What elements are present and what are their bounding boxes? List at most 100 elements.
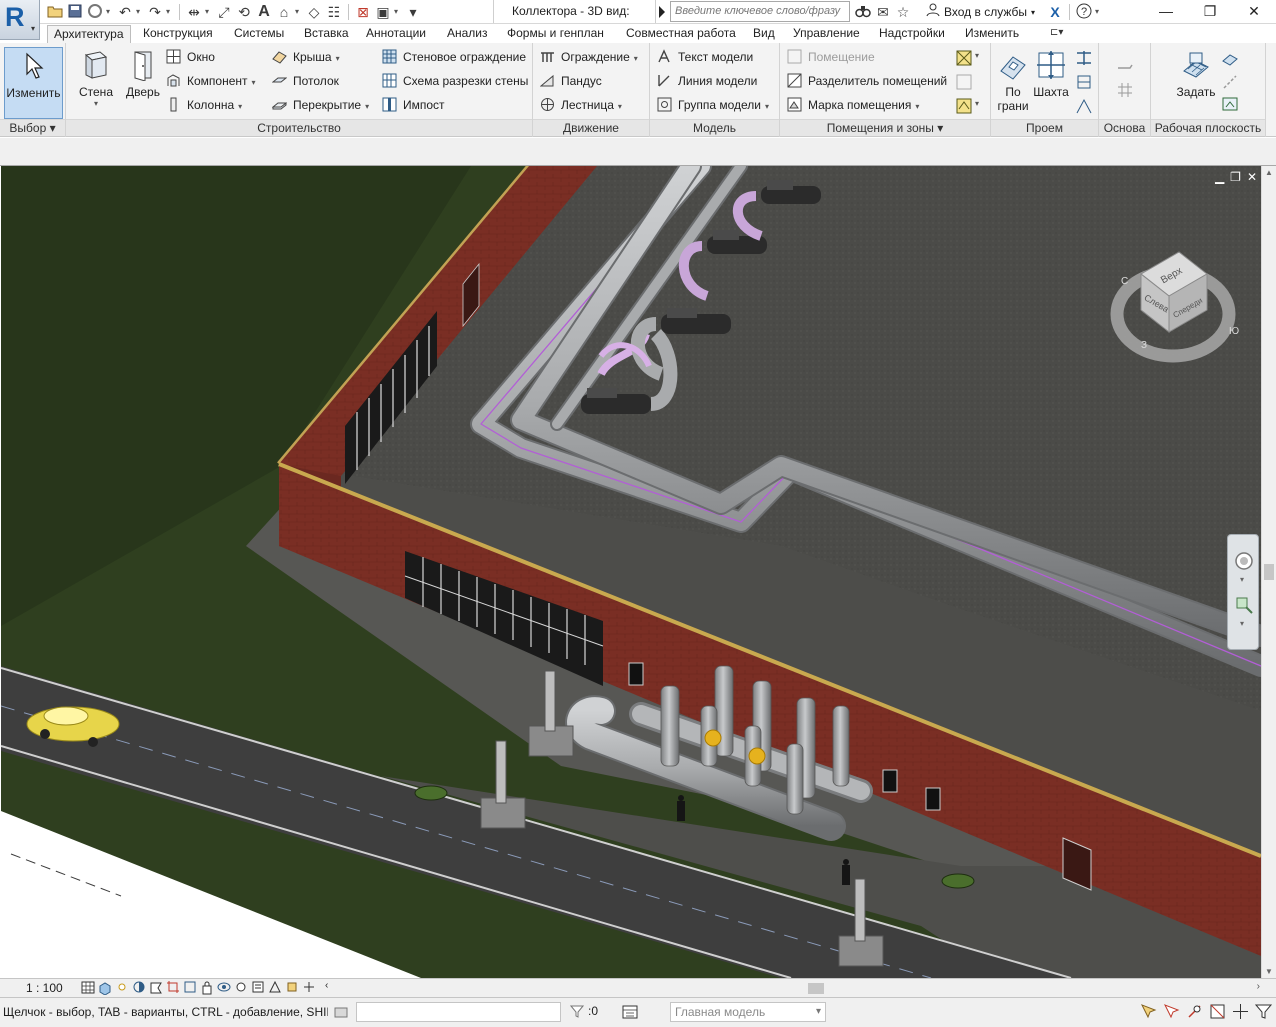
roof-button[interactable]: Крыша ▾ bbox=[272, 47, 340, 67]
view-scale[interactable]: 1 : 100 bbox=[26, 981, 63, 995]
select-by-face-icon[interactable] bbox=[1209, 1003, 1226, 1020]
3d-scene[interactable]: Верх Слева Спереди З Ю С bbox=[1, 166, 1261, 978]
section-icon[interactable]: ◇ bbox=[305, 3, 323, 21]
wall-opening-icon[interactable] bbox=[1075, 49, 1093, 67]
binoculars-icon[interactable] bbox=[854, 3, 872, 21]
dormer-opening-icon[interactable] bbox=[1075, 97, 1093, 115]
shadows-icon[interactable] bbox=[132, 980, 146, 995]
area-boundary-icon[interactable] bbox=[955, 73, 973, 91]
vertical-opening-icon[interactable] bbox=[1075, 73, 1093, 91]
workset-icon[interactable] bbox=[333, 1004, 349, 1020]
minimize-ribbon-icon[interactable]: ⊏▾ bbox=[1050, 27, 1063, 38]
aligned-dimension-icon[interactable]: ⟲ bbox=[235, 3, 253, 21]
text-icon[interactable]: A bbox=[255, 3, 273, 21]
chevron-down-icon[interactable]: ▾ bbox=[1095, 7, 1103, 16]
panel-title-rooms[interactable]: Помещения и зоны ▾ bbox=[780, 119, 990, 136]
room-button[interactable]: Помещение bbox=[787, 47, 875, 67]
by-face-button[interactable]: По грани bbox=[994, 47, 1032, 119]
room-separator-button[interactable]: Разделитель помещений bbox=[787, 71, 947, 91]
vertical-scrollbar[interactable]: ▲ ▼ bbox=[1261, 166, 1276, 978]
area-tag-icon[interactable] bbox=[955, 97, 973, 115]
curtain-grid-button[interactable]: Схема разрезки стены bbox=[382, 71, 528, 91]
customize-toolbar-icon[interactable]: ▾ bbox=[404, 3, 422, 21]
shaft-button[interactable]: Шахта bbox=[1031, 47, 1071, 119]
tab-addins[interactable]: Надстройки bbox=[877, 25, 947, 43]
model-line-button[interactable]: Линия модели bbox=[657, 71, 757, 91]
detail-level-icon[interactable] bbox=[81, 980, 95, 995]
show-workplane-icon[interactable] bbox=[1221, 49, 1239, 67]
viewer-icon[interactable] bbox=[1221, 95, 1239, 113]
selection-filter[interactable]: :0 bbox=[570, 1004, 598, 1018]
3d-view-icon[interactable]: ⌂ bbox=[275, 3, 293, 21]
grid-icon[interactable] bbox=[1116, 81, 1134, 99]
crop-view-icon[interactable] bbox=[166, 980, 180, 995]
render-icon[interactable] bbox=[149, 980, 163, 995]
measure-icon[interactable]: ⤢ bbox=[215, 3, 233, 21]
sun-path-icon[interactable] bbox=[115, 980, 129, 995]
design-options-icon[interactable] bbox=[622, 1004, 638, 1020]
undo-icon[interactable]: ↶ bbox=[116, 3, 134, 21]
visual-style-icon[interactable] bbox=[98, 980, 112, 995]
play-arrow-icon[interactable] bbox=[658, 6, 666, 18]
room-tag-button[interactable]: Марка помещения ▾ bbox=[787, 95, 919, 115]
subscription-icon[interactable]: ✉ bbox=[874, 3, 892, 21]
tab-view[interactable]: Вид bbox=[751, 25, 777, 43]
save-icon[interactable] bbox=[66, 3, 84, 21]
tab-architecture[interactable]: Архитектура bbox=[47, 25, 131, 43]
curtain-system-button[interactable]: Стеновое ограждение bbox=[382, 47, 526, 67]
reveal-constraints-icon[interactable] bbox=[302, 980, 316, 995]
door-button[interactable]: Дверь bbox=[120, 47, 166, 119]
zoom-icon[interactable] bbox=[1234, 595, 1254, 615]
login-menu[interactable]: Вход в службы ▾ bbox=[926, 3, 1035, 22]
active-workset-field[interactable] bbox=[356, 1002, 561, 1022]
model-text-button[interactable]: Текст модели bbox=[657, 47, 753, 67]
chevron-down-icon[interactable]: ▾ bbox=[295, 7, 303, 16]
3d-viewport[interactable]: Верх Слева Спереди З Ю С ▁ ❐ ✕ ▾ ▾ bbox=[1, 166, 1261, 978]
tab-analyze[interactable]: Анализ bbox=[445, 25, 490, 43]
sync-icon[interactable] bbox=[86, 3, 104, 21]
model-group-button[interactable]: Группа модели ▾ bbox=[657, 95, 769, 115]
help-icon[interactable]: ? bbox=[1075, 3, 1093, 21]
redo-icon[interactable]: ↷ bbox=[146, 3, 164, 21]
star-icon[interactable]: ☆ bbox=[894, 3, 912, 21]
restore-button[interactable]: ❐ bbox=[1188, 0, 1232, 23]
chevron-down-icon[interactable]: ▾ bbox=[1240, 575, 1244, 584]
highlight-displacement-icon[interactable] bbox=[285, 980, 299, 995]
chevron-down-icon[interactable]: ▾ bbox=[136, 7, 144, 16]
restore-icon[interactable]: ❐ bbox=[1230, 170, 1241, 184]
column-button[interactable]: Колонна ▾ bbox=[166, 95, 242, 115]
chevron-down-icon[interactable]: ▾ bbox=[975, 99, 979, 108]
floor-button[interactable]: Перекрытие ▾ bbox=[272, 95, 369, 115]
align-icon[interactable]: ⇹ bbox=[185, 3, 203, 21]
steering-wheel-icon[interactable] bbox=[1234, 551, 1254, 571]
window-button[interactable]: Окно bbox=[166, 47, 215, 67]
chevron-right-icon[interactable]: › bbox=[1257, 981, 1260, 992]
chevron-down-icon[interactable]: ▾ bbox=[166, 7, 174, 16]
ramp-button[interactable]: Пандус bbox=[540, 71, 602, 91]
close-hidden-windows-icon[interactable]: ⊠ bbox=[354, 3, 372, 21]
tab-manage[interactable]: Управление bbox=[791, 25, 862, 43]
component-button[interactable]: Компонент ▾ bbox=[166, 71, 256, 91]
close-button[interactable]: ✕ bbox=[1232, 0, 1276, 23]
temporary-view-properties-icon[interactable] bbox=[251, 980, 265, 995]
search-input[interactable]: Введите ключевое слово/фразу bbox=[670, 1, 850, 22]
chevron-down-icon[interactable]: ▾ bbox=[394, 7, 402, 16]
close-icon[interactable]: ✕ bbox=[1247, 170, 1257, 184]
panel-title-select[interactable]: Выбор ▾ bbox=[0, 119, 65, 136]
tab-collaborate[interactable]: Совместная работа bbox=[624, 25, 738, 43]
select-underlay-icon[interactable] bbox=[1163, 1003, 1180, 1020]
chevron-down-icon[interactable]: ▾ bbox=[975, 51, 979, 60]
show-crop-icon[interactable] bbox=[183, 980, 197, 995]
scroll-up-icon[interactable]: ▲ bbox=[1265, 168, 1273, 177]
scroll-down-icon[interactable]: ▼ bbox=[1265, 967, 1273, 976]
chevron-left-icon[interactable]: ‹ bbox=[325, 980, 328, 995]
tab-insert[interactable]: Вставка bbox=[302, 25, 351, 43]
mullion-button[interactable]: Импост bbox=[382, 95, 445, 115]
switch-windows-icon[interactable]: ▣ bbox=[374, 3, 392, 21]
wall-button[interactable]: Стена ▾ bbox=[72, 47, 120, 119]
tab-annotate[interactable]: Аннотации bbox=[364, 25, 428, 43]
horizontal-scrollbar[interactable]: › bbox=[378, 981, 1262, 996]
area-icon[interactable] bbox=[955, 49, 973, 67]
scroll-thumb[interactable] bbox=[808, 983, 824, 994]
select-links-icon[interactable] bbox=[1140, 1003, 1157, 1020]
